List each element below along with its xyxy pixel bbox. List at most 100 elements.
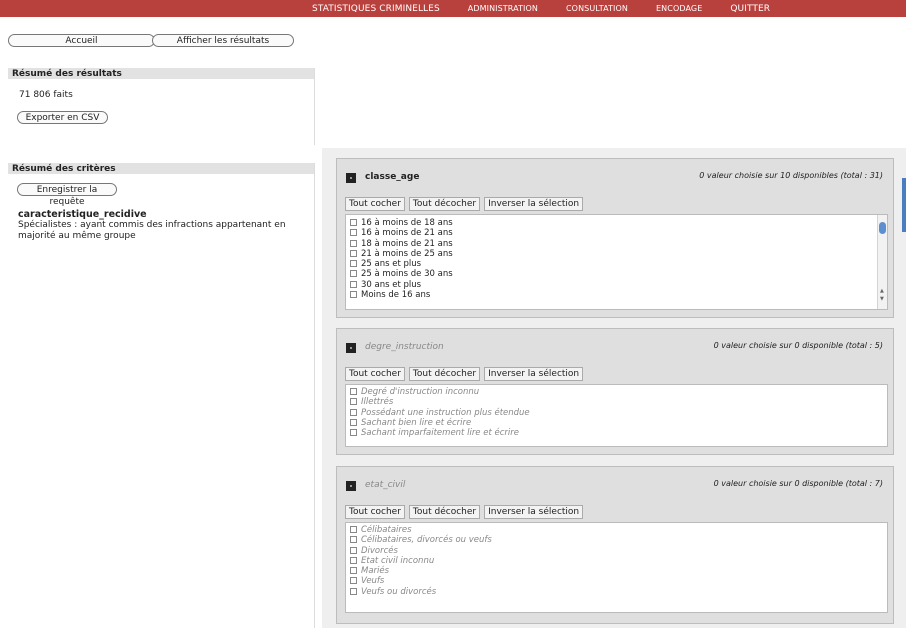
value-list[interactable]: Degré d'instruction inconnu Illettrés Po… <box>345 384 888 447</box>
checkbox[interactable] <box>350 260 357 268</box>
list-item-label: Célibataires, divorcés ou veufs <box>361 535 492 546</box>
list-item[interactable]: Mariés <box>346 566 887 576</box>
checkbox[interactable] <box>350 418 357 426</box>
list-item-label: 30 ans et plus <box>361 279 422 290</box>
uncheck-all-button[interactable]: Tout décocher <box>408 367 481 381</box>
list-item[interactable]: 16 à moins de 18 ans <box>346 218 887 228</box>
list-item-label: Degré d'instruction inconnu <box>361 387 480 397</box>
list-scrollbar[interactable]: ▲ ▼ <box>877 215 887 309</box>
checkbox[interactable] <box>350 587 357 595</box>
checkbox[interactable] <box>350 229 357 237</box>
value-list[interactable]: Célibataires Célibataires, divorcés ou v… <box>345 522 888 613</box>
list-item[interactable]: 18 à moins de 21 ans <box>346 239 887 249</box>
list-item[interactable]: Possédant une instruction plus étendue <box>346 408 887 418</box>
checkbox[interactable] <box>350 429 357 437</box>
scroll-up-arrow-icon[interactable]: ▲ <box>880 289 884 294</box>
scroll-thumb[interactable] <box>879 222 886 234</box>
filter-box-classe-age: classe_age 0 valeur choisie sur 10 dispo… <box>336 158 894 318</box>
checkbox[interactable] <box>350 398 357 406</box>
list-item[interactable]: Célibataires <box>346 525 887 535</box>
check-all-button[interactable]: Tout cocher <box>345 197 405 211</box>
checkbox[interactable] <box>350 536 357 544</box>
checkbox[interactable] <box>350 249 357 257</box>
checkbox[interactable] <box>350 270 357 278</box>
collapse-toggle-icon[interactable] <box>346 343 356 353</box>
nav-administration[interactable]: Administration <box>468 4 538 13</box>
invert-selection-button[interactable]: Inverser la sélection <box>484 197 584 211</box>
checkbox[interactable] <box>350 526 357 533</box>
list-item[interactable]: 16 à moins de 21 ans <box>346 228 887 238</box>
checkbox[interactable] <box>350 280 357 288</box>
list-item[interactable]: 21 à moins de 25 ans <box>346 249 887 259</box>
checkbox[interactable] <box>350 219 357 226</box>
list-item-label: 25 ans et plus <box>361 259 422 270</box>
results-summary-title: Résumé des résultats <box>8 68 314 79</box>
list-item[interactable]: Sachant bien lire et écrire <box>346 418 887 428</box>
invert-selection-button[interactable]: Inverser la sélection <box>484 505 584 519</box>
filter-box-etat-civil: etat_civil 0 valeur choisie sur 0 dispon… <box>336 466 894 624</box>
afficher-resultats-button[interactable]: Afficher les résultats <box>152 34 294 47</box>
uncheck-all-button[interactable]: Tout décocher <box>408 505 481 519</box>
checkbox[interactable] <box>350 291 357 299</box>
list-item[interactable]: Veufs <box>346 576 887 586</box>
filter-selection-summary: 0 valeur choisie sur 0 disponible (total… <box>713 479 883 488</box>
list-item[interactable]: Moins de 16 ans <box>346 290 887 300</box>
checkbox[interactable] <box>350 567 357 575</box>
results-summary-panel: Résumé des résultats <box>8 68 315 145</box>
export-csv-button[interactable]: Exporter en CSV <box>17 111 108 124</box>
list-item-label: 18 à moins de 21 ans <box>361 238 453 249</box>
list-item[interactable]: Veufs ou divorcés <box>346 587 887 597</box>
results-count: 71 806 faits <box>19 90 73 100</box>
list-item-label: Etat civil inconnu <box>361 555 435 566</box>
checkbox[interactable] <box>350 577 357 585</box>
list-item[interactable]: 25 ans et plus <box>346 259 887 269</box>
scroll-down-arrow-icon[interactable]: ▼ <box>880 297 884 302</box>
checkbox[interactable] <box>350 556 357 564</box>
check-all-button[interactable]: Tout cocher <box>345 367 405 381</box>
filter-selection-summary: 0 valeur choisie sur 10 disponibles (tot… <box>699 171 883 180</box>
list-item-label: Sachant bien lire et écrire <box>361 417 472 428</box>
accueil-button[interactable]: Accueil <box>8 34 155 47</box>
check-all-button[interactable]: Tout cocher <box>345 505 405 519</box>
list-item-label: Illettrés <box>361 397 394 408</box>
save-query-button[interactable]: Enregistrer la requête <box>17 183 117 207</box>
list-item-label: Mariés <box>361 566 390 577</box>
criteria-name: caracteristique_recidive <box>18 209 147 220</box>
nav-quitter[interactable]: Quitter <box>730 4 770 14</box>
top-nav: Statistiques criminelles Administration … <box>312 0 770 17</box>
uncheck-all-button[interactable]: Tout décocher <box>408 197 481 211</box>
list-item-label: Moins de 16 ans <box>361 290 431 301</box>
list-item[interactable]: 30 ans et plus <box>346 280 887 290</box>
list-item-label: 25 à moins de 30 ans <box>361 269 453 280</box>
list-item-label: Sachant imparfaitement lire et écrire <box>361 428 519 439</box>
list-item[interactable]: Célibataires, divorcés ou veufs <box>346 535 887 545</box>
criteria-summary-title: Résumé des critères <box>8 163 314 174</box>
list-item-label: Divorcés <box>361 545 398 556</box>
list-item-label: 16 à moins de 21 ans <box>361 228 453 239</box>
checkbox[interactable] <box>350 388 357 395</box>
invert-selection-button[interactable]: Inverser la sélection <box>484 367 584 381</box>
collapse-toggle-icon[interactable] <box>346 481 356 491</box>
nav-statistiques[interactable]: Statistiques criminelles <box>312 4 440 14</box>
nav-encodage[interactable]: Encodage <box>656 4 702 13</box>
collapse-toggle-icon[interactable] <box>346 173 356 183</box>
checkbox[interactable] <box>350 239 357 247</box>
nav-consultation[interactable]: Consultation <box>566 4 628 13</box>
list-item[interactable]: 25 à moins de 30 ans <box>346 269 887 279</box>
list-item-label: 21 à moins de 25 ans <box>361 248 453 259</box>
filter-box-degre-instruction: degre_instruction 0 valeur choisie sur 0… <box>336 328 894 455</box>
list-item[interactable]: Etat civil inconnu <box>346 556 887 566</box>
list-item[interactable]: Degré d'instruction inconnu <box>346 387 887 397</box>
filter-variable-name: etat_civil <box>365 480 406 490</box>
filter-variable-name: degre_instruction <box>365 342 444 352</box>
list-item[interactable]: Illettrés <box>346 397 887 407</box>
list-item[interactable]: Divorcés <box>346 546 887 556</box>
value-list[interactable]: 16 à moins de 18 ans 16 à moins de 21 an… <box>345 214 888 310</box>
checkbox[interactable] <box>350 546 357 554</box>
list-item[interactable]: Sachant imparfaitement lire et écrire <box>346 428 887 438</box>
list-item-label: Célibataires <box>361 525 412 535</box>
filter-selection-summary: 0 valeur choisie sur 0 disponible (total… <box>713 341 883 350</box>
checkbox[interactable] <box>350 408 357 416</box>
list-item-label: Veufs ou divorcés <box>361 586 437 597</box>
page-scrollbar-thumb[interactable] <box>902 178 906 232</box>
